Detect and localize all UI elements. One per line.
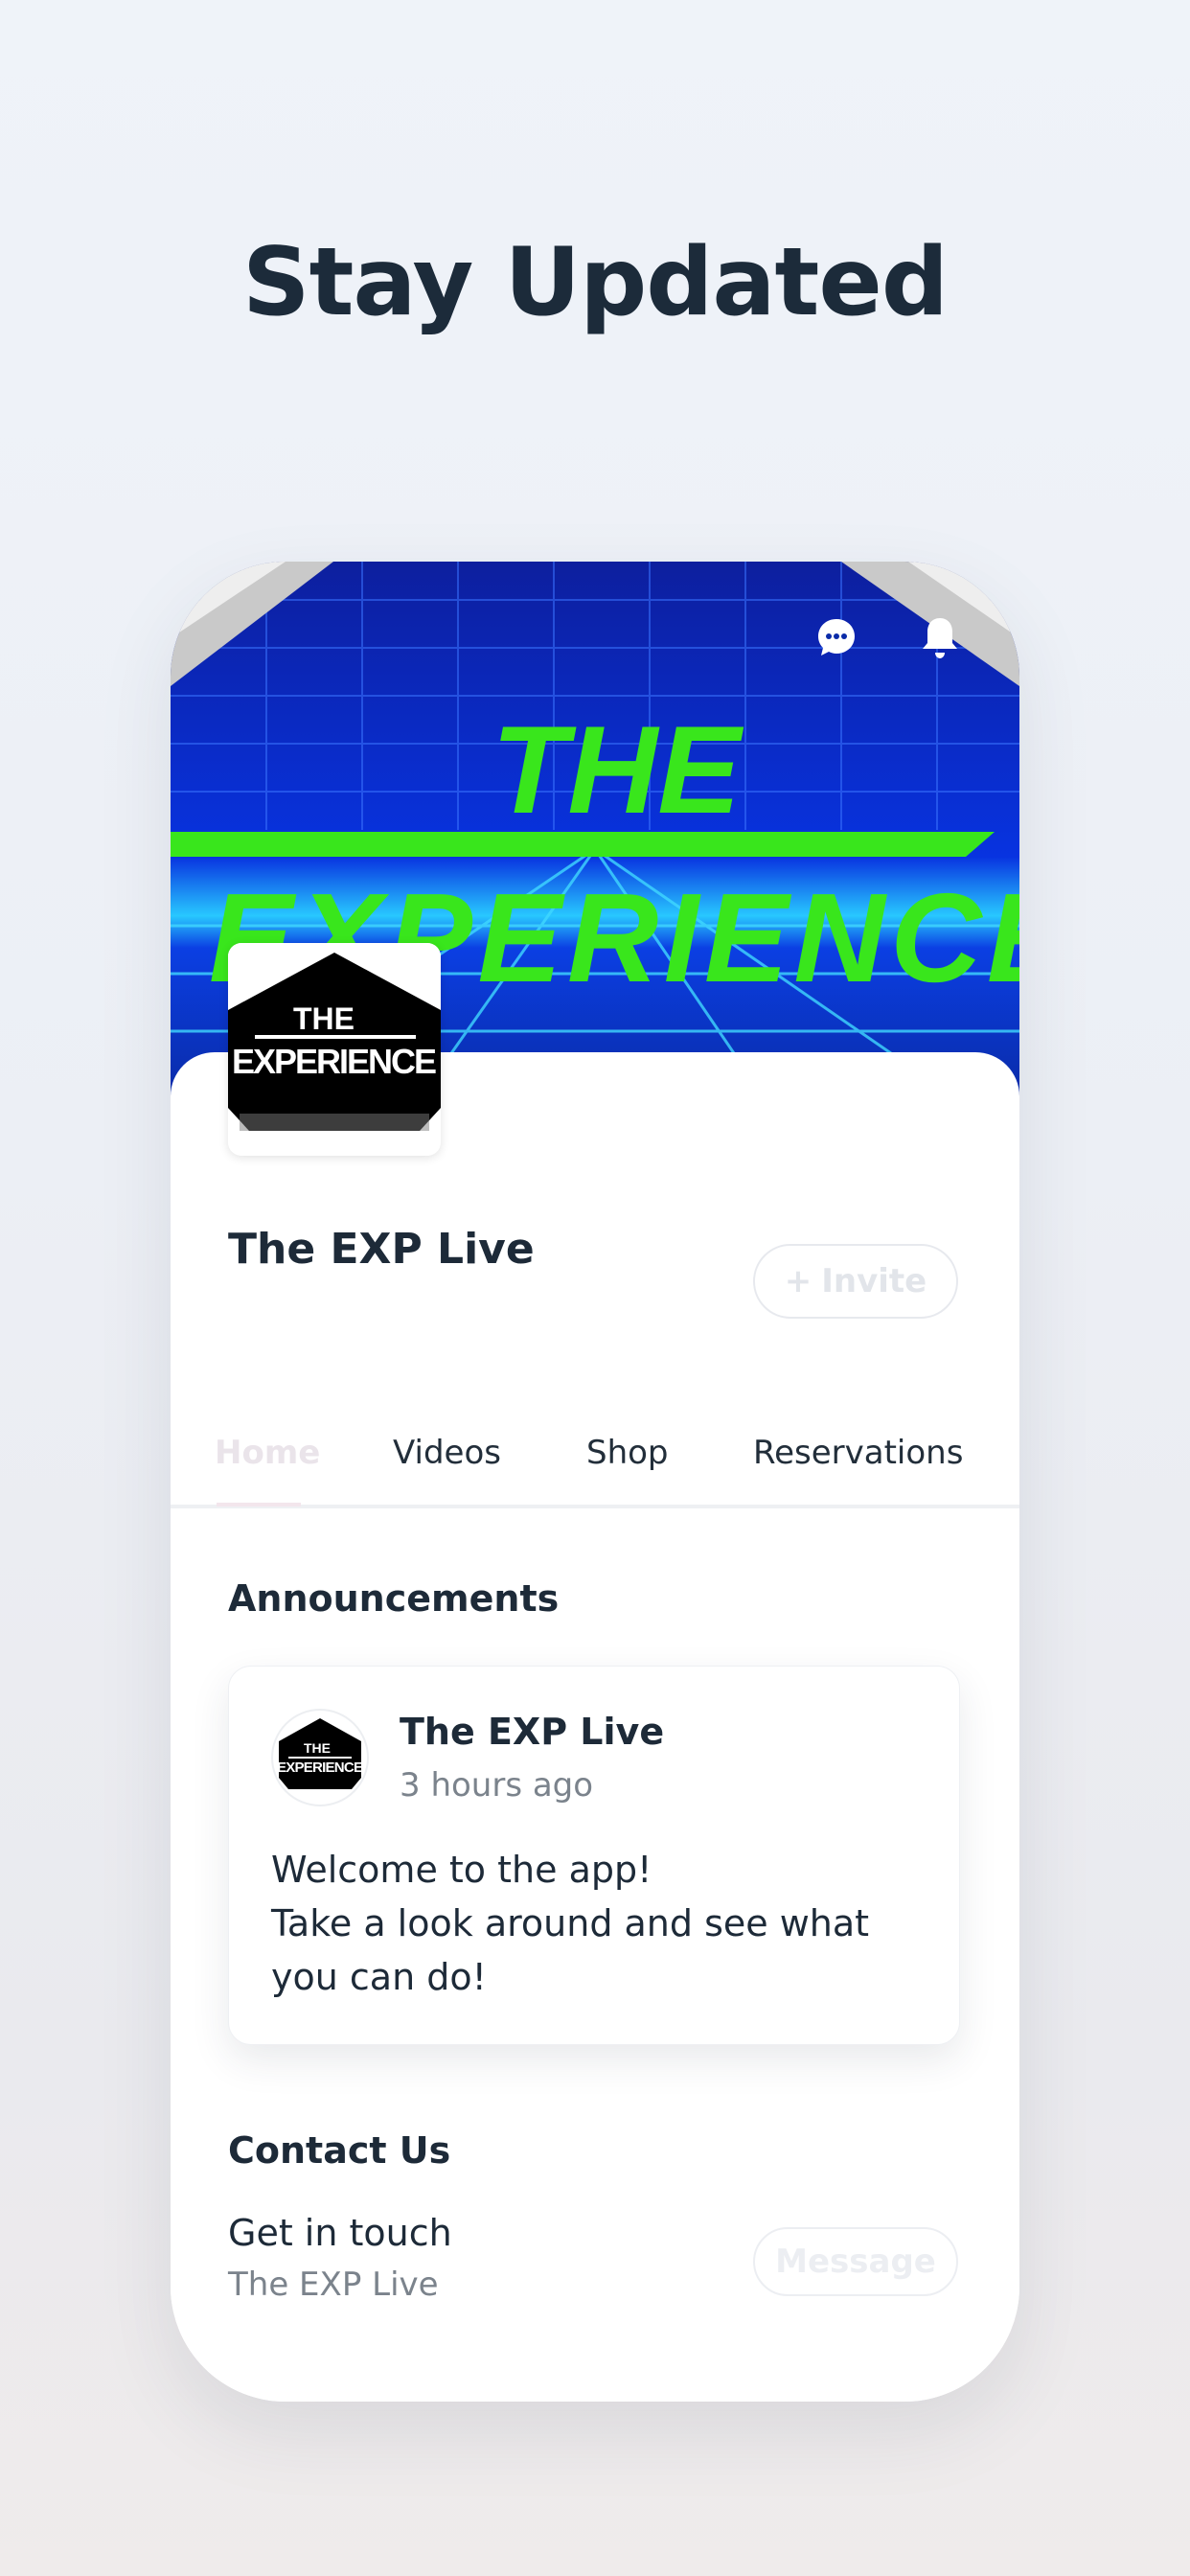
contact-name: The EXP Live bbox=[228, 2266, 439, 2304]
tab-videos[interactable]: Videos bbox=[393, 1434, 501, 1472]
post-body: Welcome to the app! Take a look around a… bbox=[271, 1843, 932, 2004]
page-headline: Stay Updated bbox=[241, 228, 949, 337]
post-time: 3 hours ago bbox=[400, 1766, 594, 1805]
announcement-card[interactable]: THE EXPERIENCE The EXP Live 3 hours ago … bbox=[228, 1666, 960, 2045]
cover-title-line1: THE bbox=[492, 700, 744, 840]
active-tab-indicator bbox=[217, 1503, 301, 1506]
chat-icon[interactable] bbox=[814, 615, 858, 659]
avatar: THE EXPERIENCE bbox=[271, 1709, 369, 1806]
message-button[interactable]: Message bbox=[753, 2227, 958, 2296]
top-icons bbox=[814, 615, 962, 659]
logo-line2: EXPERIENCE bbox=[232, 1042, 437, 1081]
tab-shop[interactable]: Shop bbox=[586, 1434, 669, 1472]
invite-label: Invite bbox=[821, 1262, 927, 1300]
avatar-line1: THE bbox=[304, 1740, 331, 1756]
logo-line1: THE bbox=[293, 1001, 355, 1036]
bell-icon[interactable] bbox=[918, 615, 962, 659]
tab-home[interactable]: Home bbox=[215, 1434, 320, 1472]
tab-bar: Home Videos Shop Reservations bbox=[171, 1434, 1019, 1508]
post-author: The EXP Live bbox=[400, 1711, 665, 1753]
phone-mockup: THE EXPERIENCE THE EXPER bbox=[171, 562, 1019, 2402]
plus-icon: + bbox=[784, 1262, 812, 1300]
announcements-title: Announcements bbox=[228, 1577, 560, 1620]
contact-title: Contact Us bbox=[228, 2129, 451, 2172]
site-logo: THE EXPERIENCE bbox=[228, 943, 441, 1156]
tab-reservations[interactable]: Reservations bbox=[753, 1434, 963, 1472]
post-line1: Welcome to the app! bbox=[271, 1849, 652, 1891]
site-name: The EXP Live bbox=[228, 1225, 535, 1274]
post-line2: Take a look around and see what you can … bbox=[271, 1902, 870, 1998]
invite-button[interactable]: + Invite bbox=[753, 1244, 958, 1319]
contact-label: Get in touch bbox=[228, 2212, 452, 2254]
avatar-line2: EXPERIENCE bbox=[277, 1760, 363, 1776]
